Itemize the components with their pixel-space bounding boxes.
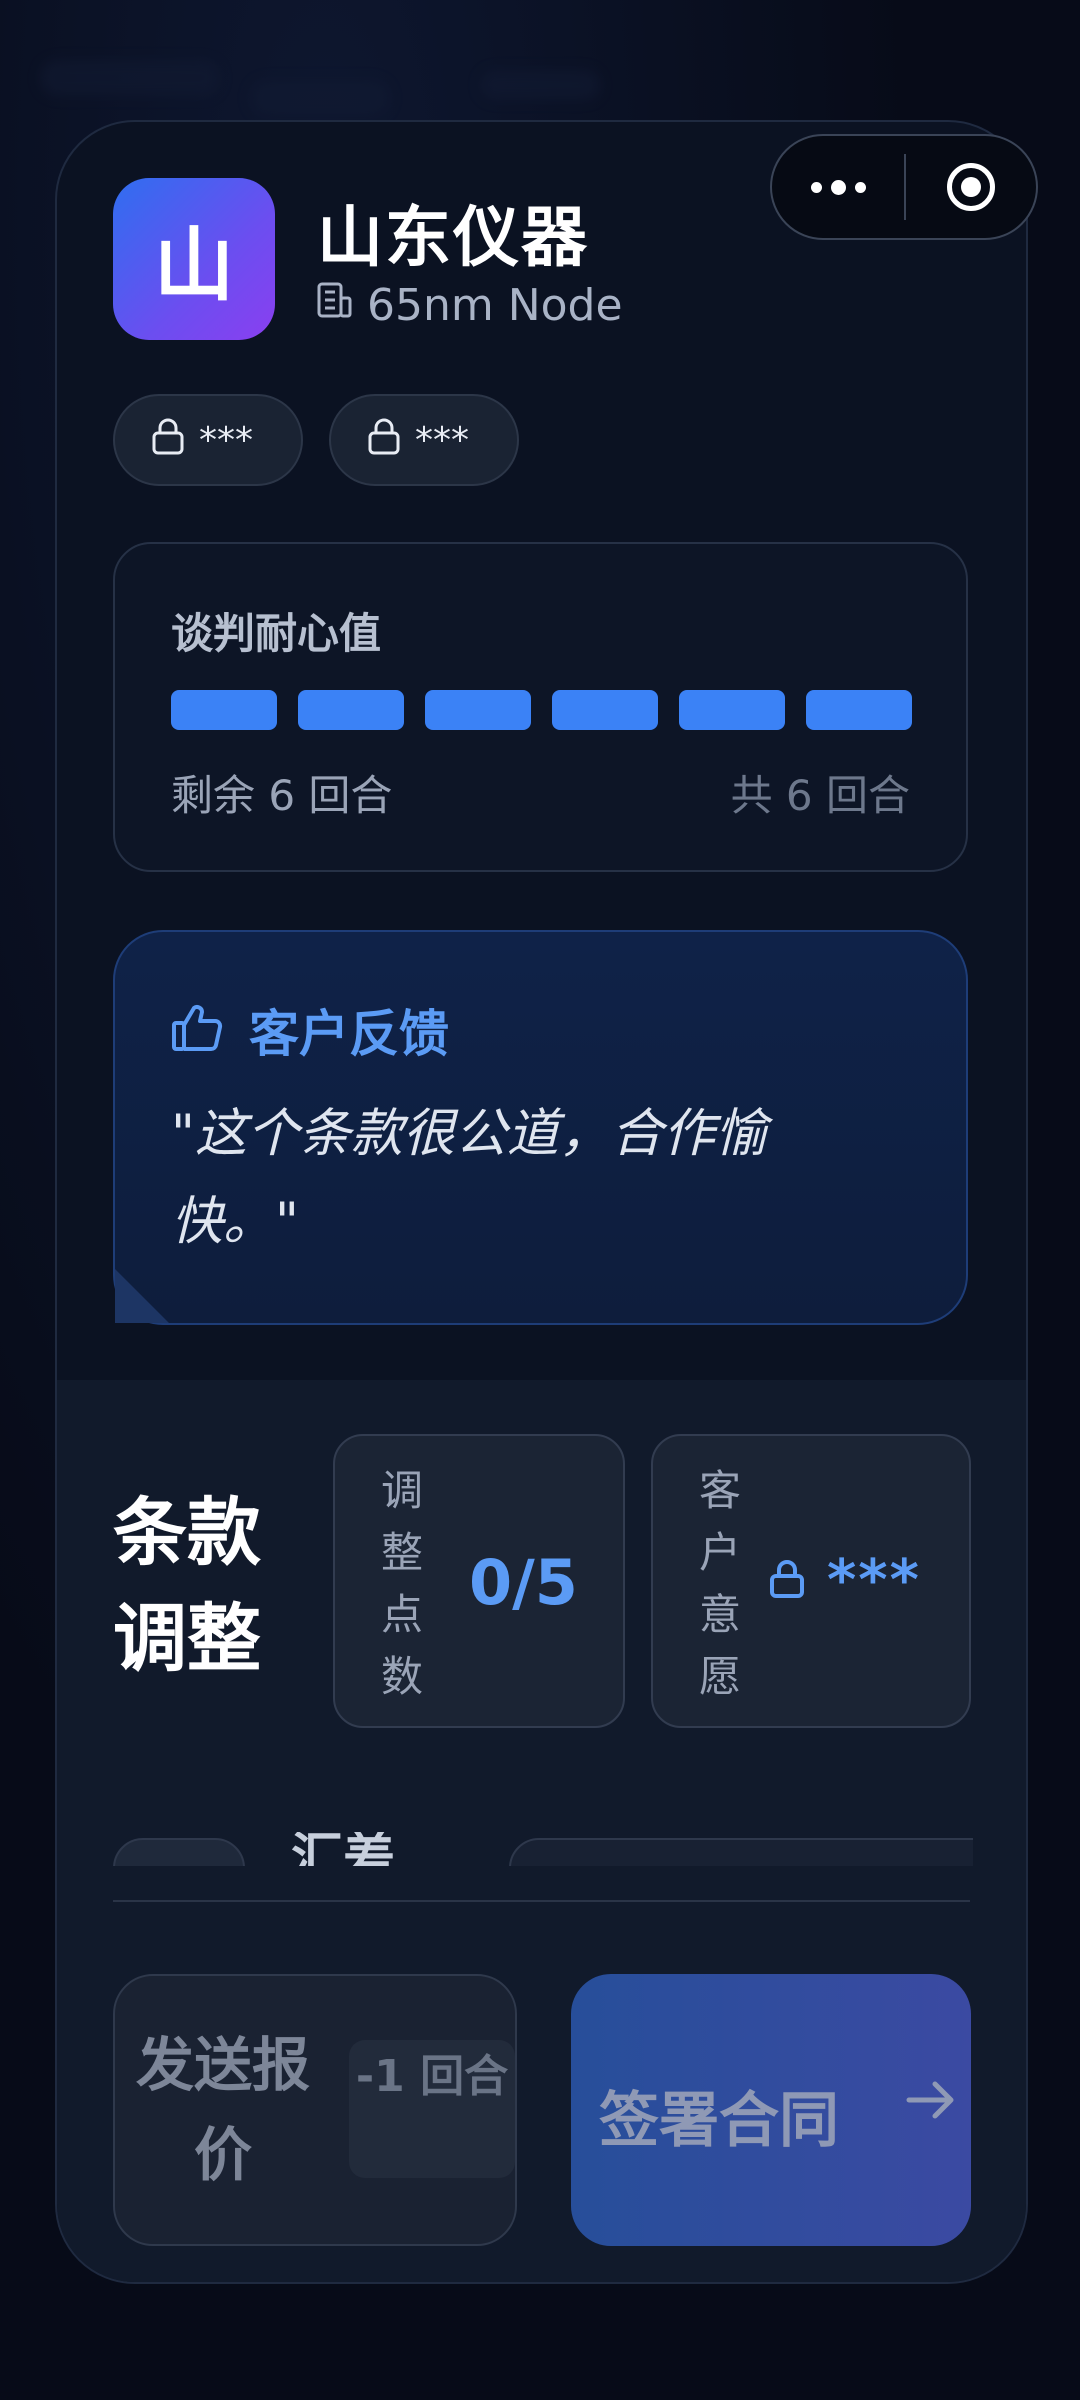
more-menu-button[interactable] bbox=[772, 136, 904, 238]
terms-sheet: 条款调整 调整点数 0/5 客户意愿 *** 汇差 发送报价 -1 回合 签署合… bbox=[57, 1380, 1026, 2282]
target-close-icon bbox=[947, 163, 995, 211]
adjust-points-stat: 调整点数 0/5 bbox=[333, 1434, 625, 1728]
round-cost-badge: -1 回合 bbox=[349, 2040, 515, 2178]
send-quote-label: 发送报价 bbox=[135, 2031, 310, 2189]
background-blur-shape bbox=[480, 70, 600, 100]
locked-tag[interactable]: *** bbox=[113, 394, 303, 486]
patience-title: 谈判耐心值 bbox=[171, 609, 382, 658]
divider bbox=[113, 1900, 970, 1902]
term-slider[interactable] bbox=[509, 1838, 973, 1866]
feedback-quote: "这个条款很公道，合作愉快。" bbox=[171, 1104, 767, 1252]
terms-title: 条款调整 bbox=[113, 1490, 261, 1682]
feedback-corner-decoration bbox=[115, 1269, 169, 1323]
sign-contract-label: 签署合同 bbox=[599, 2086, 839, 2156]
negotiation-card: 山 山东仪器 65nm Node *** *** 谈判耐心值 剩余 6 回合 共… bbox=[55, 120, 1028, 2284]
feedback-header: 客户反馈 bbox=[171, 994, 449, 1066]
term-label: 汇差 bbox=[291, 1832, 396, 1866]
willingness-value: *** bbox=[769, 1548, 921, 1613]
send-quote-button[interactable]: 发送报价 -1 回合 bbox=[113, 1974, 517, 2246]
company-avatar: 山 bbox=[113, 178, 275, 340]
willingness-masked: *** bbox=[827, 1548, 921, 1613]
more-dots-icon bbox=[854, 181, 866, 193]
locked-tag[interactable]: *** bbox=[329, 394, 519, 486]
lock-icon bbox=[367, 417, 401, 464]
feedback-title: 客户反馈 bbox=[249, 1005, 449, 1063]
terms-list-peek: 汇差 bbox=[113, 1832, 973, 1866]
close-miniprogram-button[interactable] bbox=[906, 163, 1036, 211]
lock-icon bbox=[151, 417, 185, 464]
rounds-total: 共 6 回合 bbox=[730, 771, 910, 820]
miniprogram-capsule bbox=[770, 134, 1038, 240]
company-node: 65nm Node bbox=[315, 280, 623, 331]
more-dots-icon bbox=[810, 181, 822, 193]
patience-bar bbox=[171, 690, 912, 730]
company-name: 山东仪器 bbox=[317, 199, 589, 276]
rounds-remaining: 剩余 6 回合 bbox=[171, 771, 393, 820]
patience-segment bbox=[806, 690, 912, 730]
willingness-label: 客户意愿 bbox=[698, 1466, 741, 1701]
term-toggle[interactable] bbox=[113, 1838, 245, 1866]
patience-segment bbox=[298, 690, 404, 730]
tag-text: *** bbox=[199, 419, 253, 461]
background-blur-shape bbox=[40, 60, 220, 96]
patience-panel: 谈判耐心值 剩余 6 回合 共 6 回合 bbox=[113, 542, 968, 872]
thumbs-up-icon bbox=[171, 1003, 223, 1057]
patience-segment bbox=[552, 690, 658, 730]
tag-text: *** bbox=[415, 419, 469, 461]
node-label: 65nm Node bbox=[367, 280, 623, 331]
sign-contract-button[interactable]: 签署合同 bbox=[571, 1974, 971, 2246]
more-dots-icon bbox=[830, 179, 846, 195]
adjust-points-value: 0/5 bbox=[469, 1546, 578, 1619]
background-blur-shape bbox=[250, 80, 390, 116]
arrow-right-icon bbox=[903, 2072, 959, 2132]
adjust-points-label: 调整点数 bbox=[380, 1466, 423, 1701]
patience-segment bbox=[679, 690, 785, 730]
patience-segment bbox=[425, 690, 531, 730]
customer-feedback-panel: 客户反馈 "这个条款很公道，合作愉快。" bbox=[113, 930, 968, 1325]
patience-segment bbox=[171, 690, 277, 730]
customer-willingness-stat: 客户意愿 *** bbox=[651, 1434, 971, 1728]
building-icon bbox=[315, 280, 353, 331]
lock-icon bbox=[769, 1548, 805, 1613]
